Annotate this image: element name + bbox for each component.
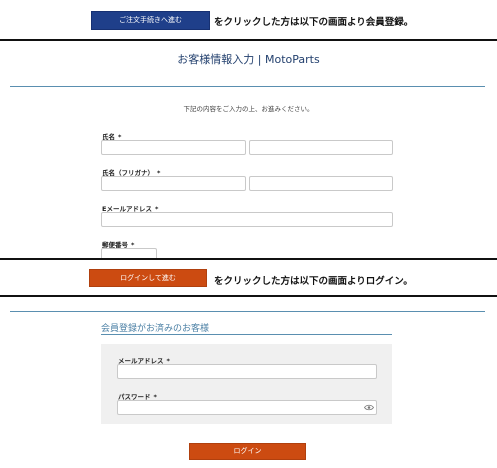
- proceed-to-checkout-button[interactable]: ご注文手続きへ進む: [91, 11, 210, 30]
- first-name-input[interactable]: [249, 140, 393, 155]
- page-title: お客様情報入力 | MotoParts: [177, 53, 320, 66]
- eye-icon[interactable]: [364, 404, 374, 411]
- last-name-kana-input[interactable]: [101, 176, 246, 191]
- login-email-input[interactable]: [117, 364, 377, 379]
- title-underline: [10, 86, 485, 87]
- login-heading: 会員登録がお済みのお客様: [101, 324, 210, 334]
- register-instruction-text: をクリックした方は以下の画面より会員登録。: [214, 17, 414, 28]
- login-and-proceed-button[interactable]: ログインして進む: [89, 269, 207, 287]
- email-input[interactable]: [101, 212, 393, 227]
- section-divider-top: [0, 39, 497, 41]
- password-input[interactable]: [117, 400, 377, 415]
- login-heading-underline: [101, 334, 392, 335]
- login-instruction-text: をクリックした方は以下の画面よりログイン。: [214, 276, 413, 287]
- first-name-kana-input[interactable]: [249, 176, 393, 191]
- last-name-input[interactable]: [101, 140, 246, 155]
- section-divider-middle: [0, 258, 497, 260]
- login-section-rule: [10, 311, 485, 312]
- intro-text: 下記の内容をご入力の上、お進みください。: [183, 105, 314, 113]
- section-divider-bottom: [0, 295, 497, 297]
- login-button[interactable]: ログイン: [189, 443, 306, 460]
